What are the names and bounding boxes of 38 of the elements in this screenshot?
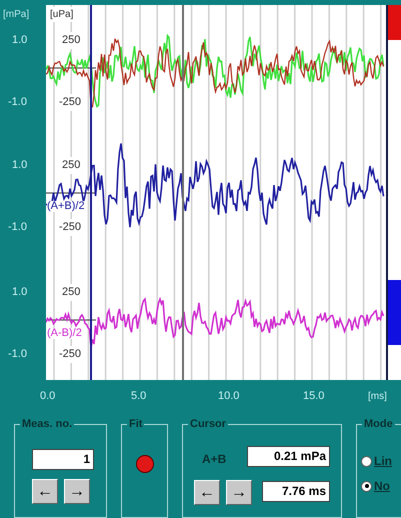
trace-label: (A-B)/2 bbox=[47, 328, 82, 339]
axis-tick-label: 250 bbox=[62, 157, 80, 174]
axis-tick-label: 250 bbox=[62, 32, 80, 48]
input-field[interactable]: 0.21 mPa bbox=[247, 446, 330, 467]
arrow-button[interactable]: ← bbox=[32, 479, 58, 504]
axis-tick-label: 15.0 bbox=[303, 389, 324, 404]
axis-unit: [uPa] bbox=[50, 7, 74, 22]
axis-tick-label: -1.0 bbox=[8, 347, 27, 362]
axis-tick-label: 1.0 bbox=[12, 33, 28, 48]
trace-label: (A+B)/2 bbox=[47, 201, 85, 212]
axis-tick-label: 0.0 bbox=[40, 389, 56, 404]
arrow-button[interactable]: → bbox=[64, 479, 90, 504]
axis-tick-label: -250 bbox=[59, 346, 82, 362]
baseline bbox=[46, 192, 96, 194]
axis-unit: [mPa] bbox=[3, 8, 30, 22]
axis-tick-label: 1.0 bbox=[12, 285, 28, 300]
group-title: Meas. no. bbox=[20, 419, 74, 430]
input-field[interactable]: 1 bbox=[32, 449, 94, 470]
axis-tick-label: -1.0 bbox=[8, 95, 27, 110]
group-title: Mode bbox=[362, 419, 395, 430]
axis-tick-label: 10.0 bbox=[218, 389, 240, 404]
group-title: Cursor bbox=[188, 419, 228, 430]
radio-label: Lin bbox=[374, 453, 392, 470]
axis-tick-label: 250 bbox=[62, 284, 80, 300]
axis-tick-label: -1.0 bbox=[8, 220, 27, 235]
field-label: A+B bbox=[202, 451, 226, 468]
arrow-button[interactable]: ← bbox=[194, 480, 220, 505]
axis-unit: [ms] bbox=[368, 390, 387, 404]
axis-tick-label: 5.0 bbox=[131, 389, 146, 404]
arrow-button[interactable]: → bbox=[226, 480, 252, 505]
radio-label: No bbox=[374, 478, 390, 495]
radio-button[interactable] bbox=[361, 480, 372, 492]
group-title: Fit bbox=[127, 419, 144, 430]
axis-tick-label: -250 bbox=[59, 219, 82, 236]
radio-button[interactable] bbox=[361, 456, 372, 466]
axis-tick-label: 1.0 bbox=[12, 158, 28, 173]
axis-tick-label: -250 bbox=[59, 94, 82, 110]
input-field[interactable]: 7.76 ms bbox=[262, 481, 330, 502]
